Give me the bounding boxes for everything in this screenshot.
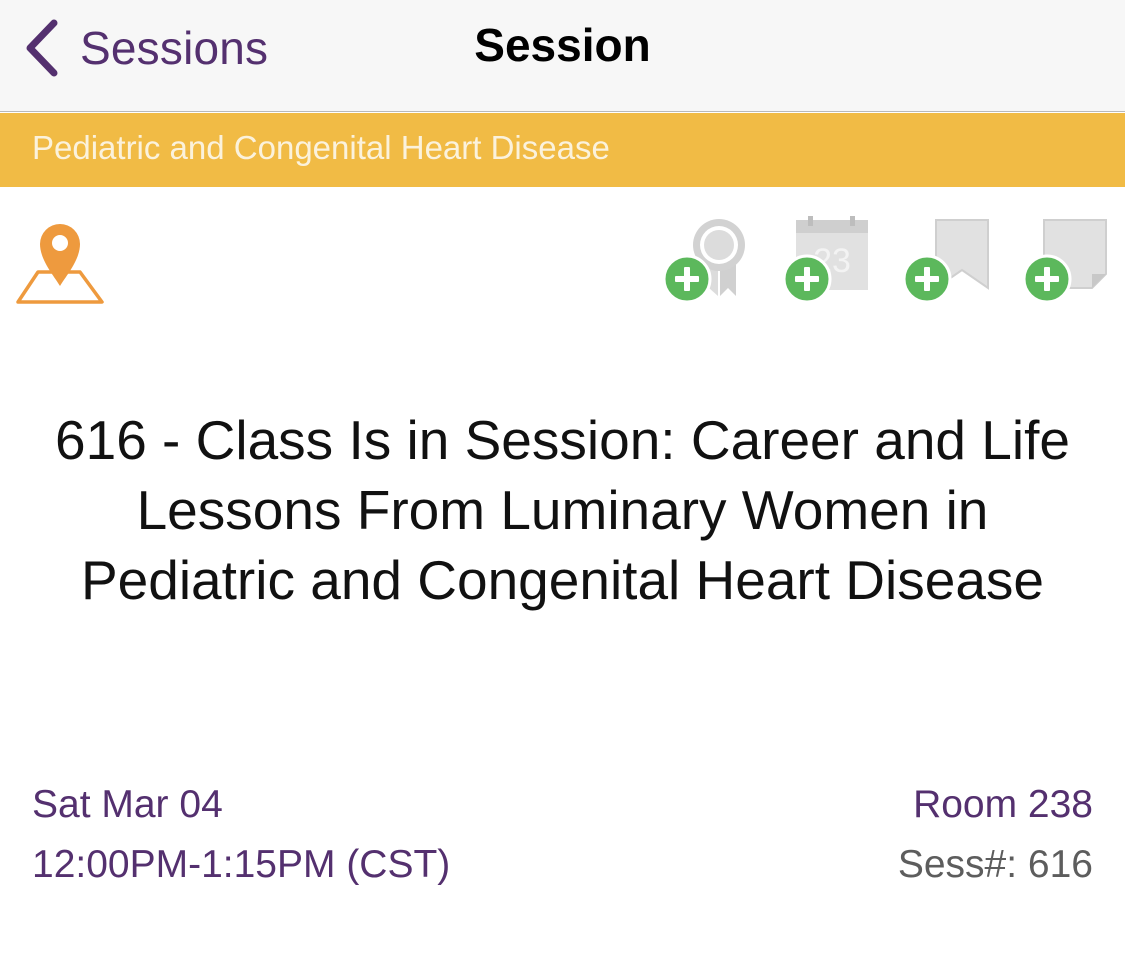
session-date: Sat Mar 04: [32, 783, 223, 826]
session-title: 616 - Class Is in Session: Career and Li…: [55, 409, 1070, 611]
session-number: Sess#: 616: [897, 843, 1093, 886]
calendar-add-icon[interactable]: 23: [780, 216, 872, 306]
map-pin-icon[interactable]: [14, 220, 106, 308]
bookmark-add-icon[interactable]: [900, 216, 992, 306]
navigation-bar: Sessions Session: [0, 0, 1125, 112]
award-ribbon-add-icon[interactable]: [660, 216, 752, 306]
page-title: Session: [474, 19, 651, 71]
session-time: 12:00PM-1:15PM (CST): [32, 843, 451, 886]
session-room[interactable]: Room 238: [913, 775, 1093, 835]
track-banner: Pediatric and Congenital Heart Disease: [0, 113, 1125, 187]
track-label: Pediatric and Congenital Heart Disease: [32, 129, 610, 166]
note-add-icon[interactable]: [1020, 216, 1112, 306]
